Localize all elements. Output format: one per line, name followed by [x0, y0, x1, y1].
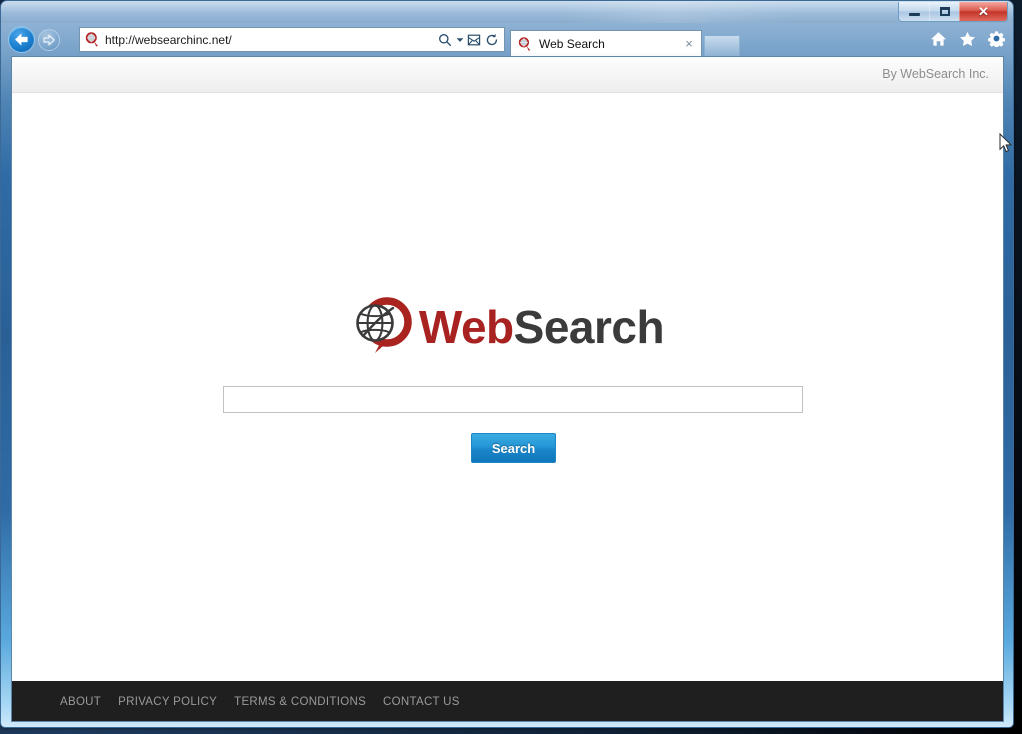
command-bar-icons: [930, 30, 1005, 52]
search-home-content: WebSearch Search ABOUT PRIVACY POLICY TE…: [12, 94, 1003, 721]
globe-in-speech-bubble-icon: [356, 297, 412, 353]
websearch-favicon-icon: [518, 36, 531, 51]
address-dropdown-button[interactable]: [454, 29, 465, 50]
tab-title: Web Search: [539, 36, 605, 51]
refresh-icon: [486, 33, 498, 45]
back-arrow-icon: [15, 33, 28, 46]
compatibility-view-icon: [467, 34, 481, 45]
new-tab-button[interactable]: [704, 35, 740, 56]
search-icon: [439, 33, 452, 46]
tab-strip: Web Search ×: [510, 27, 740, 56]
footer-link-about[interactable]: ABOUT: [60, 696, 101, 708]
address-bar[interactable]: http://websearchinc.net/: [79, 27, 505, 52]
forward-button[interactable]: [38, 28, 60, 51]
search-input[interactable]: [223, 386, 803, 413]
websearch-favicon-icon: [85, 32, 98, 47]
logo-word-web: Web: [418, 301, 514, 353]
close-window-button[interactable]: ✕: [959, 2, 1007, 21]
chevron-down-icon: [456, 37, 463, 42]
site-header: By WebSearch Inc.: [12, 57, 1003, 93]
search-button[interactable]: Search: [471, 433, 556, 463]
compatibility-view-button[interactable]: [465, 29, 483, 50]
title-bar-sheen: [1, 1, 1013, 23]
navigation-buttons: [8, 26, 60, 53]
browser-toolbar: http://websearchinc.net/ Web Search ×: [1, 23, 1013, 56]
forward-arrow-icon: [43, 34, 55, 45]
footer-link-terms-and-conditions[interactable]: TERMS & CONDITIONS: [234, 696, 366, 708]
footer-links: ABOUT PRIVACY POLICY TERMS & CONDITIONS …: [60, 696, 460, 708]
tab-web-search[interactable]: Web Search ×: [510, 30, 702, 56]
maximize-button[interactable]: [929, 2, 959, 21]
window-controls: ✕: [898, 2, 1008, 22]
maximize-icon: [939, 7, 950, 16]
tools-gear-icon[interactable]: [988, 30, 1005, 52]
logo-word-search: Search: [513, 301, 665, 353]
minimize-icon: [908, 13, 920, 16]
site-footer: ABOUT PRIVACY POLICY TERMS & CONDITIONS …: [12, 681, 1003, 721]
page-viewport: By WebSearch Inc. WebSearch Search ABOUT…: [11, 56, 1004, 722]
minimize-button[interactable]: [899, 2, 929, 21]
site-byline: By WebSearch Inc.: [882, 67, 989, 81]
browser-window: ✕ http://websearchinc.net/ Web Search × …: [0, 0, 1014, 728]
refresh-button[interactable]: [483, 29, 501, 50]
footer-link-privacy-policy[interactable]: PRIVACY POLICY: [118, 696, 217, 708]
back-button[interactable]: [8, 26, 35, 53]
tab-close-button[interactable]: ×: [681, 36, 697, 52]
address-text: http://websearchinc.net/: [105, 32, 232, 47]
site-logo: WebSearch: [12, 294, 1003, 360]
logo-wordmark: WebSearch: [418, 301, 665, 353]
home-icon[interactable]: [930, 31, 947, 52]
title-bar[interactable]: ✕: [1, 1, 1013, 23]
close-icon: ✕: [978, 4, 989, 19]
address-search-icon[interactable]: [436, 29, 454, 50]
footer-link-contact-us[interactable]: CONTACT US: [383, 696, 460, 708]
favorites-star-icon[interactable]: [959, 31, 976, 52]
